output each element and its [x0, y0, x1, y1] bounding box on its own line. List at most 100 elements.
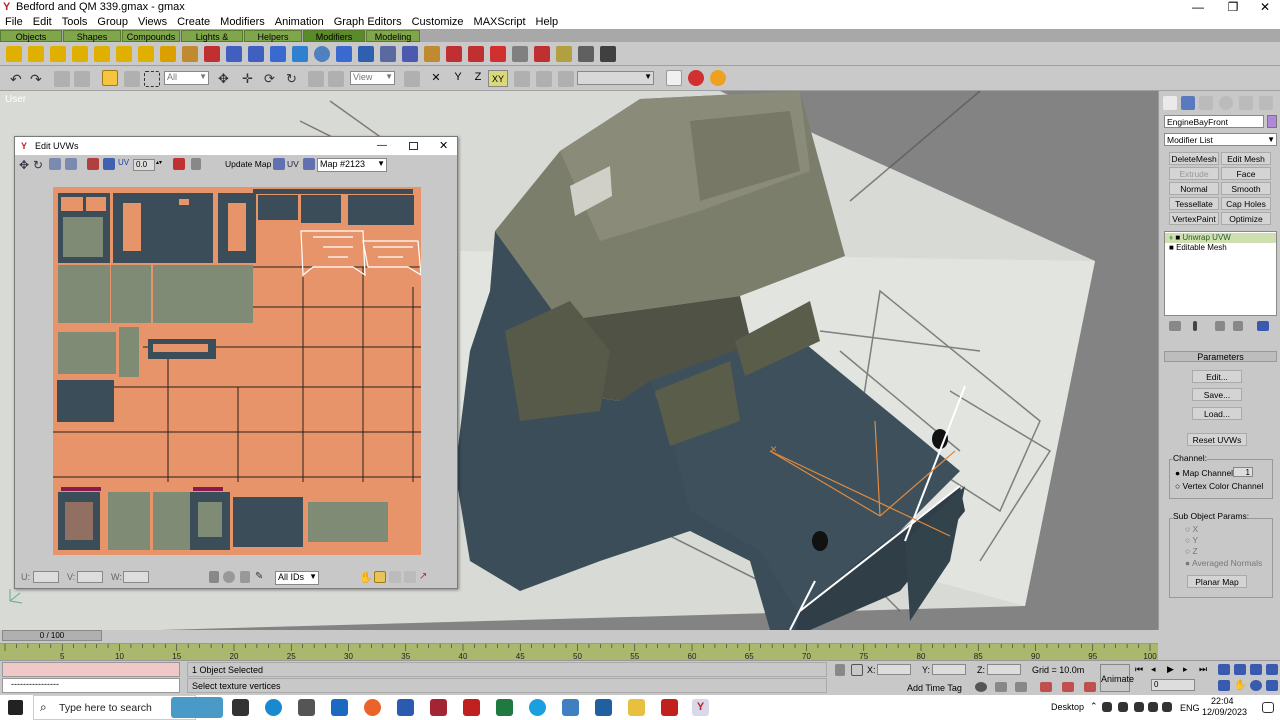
windows-start-icon[interactable] [8, 700, 23, 715]
tab-compounds[interactable]: Compounds [122, 30, 180, 42]
zoom-icon[interactable] [374, 571, 386, 583]
select-object-icon[interactable] [102, 70, 118, 86]
cap-holes-button[interactable]: Cap Holes [1221, 197, 1271, 210]
modifier-icon[interactable] [600, 46, 616, 62]
spinner-icon[interactable]: ▴▾ [156, 159, 162, 171]
reset-uvws-button[interactable]: Reset UVWs [1187, 433, 1247, 446]
modifier-icon[interactable] [314, 46, 330, 62]
paint-icon[interactable] [463, 699, 480, 716]
lock-selection-icon[interactable] [835, 664, 845, 676]
tab-objects[interactable]: Objects [0, 30, 62, 42]
current-frame-field[interactable]: 0 [1151, 679, 1195, 691]
rotate-icon[interactable]: ⟳ [264, 71, 280, 87]
close-button[interactable]: ✕ [1250, 0, 1280, 14]
mirror-icon[interactable] [87, 158, 99, 170]
next-frame-icon[interactable]: ▸ [1183, 664, 1195, 675]
weld-icon[interactable] [103, 158, 115, 170]
menu-tools[interactable]: Tools [57, 16, 93, 28]
tray-icon[interactable] [1102, 702, 1112, 712]
modifier-icon[interactable] [6, 46, 22, 62]
pan-icon[interactable]: ✋ [359, 571, 373, 584]
modifier-icon[interactable] [160, 46, 176, 62]
tab-modeling[interactable]: Modeling [366, 30, 420, 42]
red-app-icon[interactable] [661, 699, 678, 716]
go-start-icon[interactable]: ⏮ [1135, 664, 1147, 675]
absolute-mode-icon[interactable] [851, 664, 863, 676]
show-end-result-icon[interactable] [1193, 321, 1197, 331]
map-channel-radio[interactable]: ● Map Channel: [1175, 468, 1235, 478]
modifier-icon[interactable] [182, 46, 198, 62]
configure-icon[interactable] [1257, 321, 1269, 331]
redo-icon[interactable]: ↷ [30, 71, 46, 87]
prev-frame-icon[interactable]: ◂ [1151, 664, 1163, 675]
photos-icon[interactable] [595, 699, 612, 716]
quick-render-icon[interactable] [710, 70, 726, 86]
modifier-icon[interactable] [578, 46, 594, 62]
spinner-snap-icon[interactable] [1062, 682, 1074, 692]
uvw-spinner[interactable]: 0.0 [133, 159, 155, 171]
selection-filter-dropdown[interactable]: All ▼ [164, 71, 209, 85]
menu-file[interactable]: File [0, 16, 28, 28]
y-coord-field[interactable] [932, 664, 966, 675]
task-view-icon[interactable] [232, 699, 249, 716]
load-button[interactable]: Load... [1192, 407, 1242, 420]
snap-icon[interactable]: ↗ [419, 571, 431, 583]
zoom-extents-icon[interactable] [404, 571, 416, 583]
object-name-field[interactable]: EngineBayFront [1164, 115, 1264, 128]
gmax-taskbar-icon[interactable]: Y [692, 699, 709, 716]
checker-icon[interactable] [273, 158, 285, 170]
select-by-name-icon[interactable] [124, 71, 140, 87]
array-icon[interactable] [536, 71, 552, 87]
skype-icon[interactable] [529, 699, 546, 716]
edit-named-sel-icon[interactable] [1084, 682, 1096, 692]
modifier-icon[interactable] [424, 46, 440, 62]
menu-help[interactable]: Help [531, 16, 564, 28]
menu-edit[interactable]: Edit [28, 16, 57, 28]
unlink-icon[interactable] [74, 71, 90, 87]
modifier-icon[interactable] [402, 46, 418, 62]
network-icon[interactable] [1148, 702, 1158, 712]
named-selection-dropdown[interactable]: ▼ [577, 71, 654, 85]
utilities-tab-icon[interactable] [1259, 96, 1273, 110]
tray-icon[interactable] [1118, 702, 1128, 712]
modifier-icon[interactable] [468, 46, 484, 62]
modifier-icon[interactable] [336, 46, 352, 62]
modifier-icon[interactable] [534, 46, 550, 62]
edit-mesh-button[interactable]: Edit Mesh [1221, 152, 1271, 165]
angle-snap-icon[interactable] [1015, 682, 1027, 692]
access-icon[interactable] [430, 699, 447, 716]
reference-coord-dropdown[interactable]: View ▼ [350, 71, 395, 85]
create-tab-icon[interactable] [1163, 96, 1177, 110]
normal-button[interactable]: Normal [1169, 182, 1219, 195]
pen-icon[interactable]: ✎ [255, 571, 267, 583]
snap-toggle-icon[interactable] [995, 682, 1007, 692]
firefox-icon[interactable] [364, 699, 381, 716]
tab-helpers[interactable]: Helpers [244, 30, 302, 42]
settings-icon[interactable] [562, 699, 579, 716]
material-editor-icon[interactable] [666, 70, 682, 86]
scale-icon[interactable] [308, 71, 324, 87]
axis-y-icon[interactable]: Y [450, 71, 466, 87]
zoom-extents-all-icon[interactable] [1266, 664, 1278, 675]
edit-uvw-button[interactable]: Edit... [1192, 370, 1242, 383]
link-icon[interactable] [54, 71, 70, 87]
display-icon[interactable] [303, 158, 315, 170]
tessellate-button[interactable]: Tessellate [1169, 197, 1219, 210]
rotate-icon[interactable]: ↻ [286, 71, 302, 87]
edge-icon[interactable] [265, 699, 282, 716]
excel-icon[interactable] [496, 699, 513, 716]
vertexpaint-button[interactable]: VertexPaint [1169, 212, 1219, 225]
menu-create[interactable]: Create [172, 16, 215, 28]
render-icon[interactable] [688, 70, 704, 86]
pivot-icon[interactable] [404, 71, 420, 87]
object-color-swatch[interactable] [1267, 115, 1277, 128]
modifier-icon[interactable] [270, 46, 286, 62]
x-coord-field[interactable] [877, 664, 911, 675]
hierarchy-tab-icon[interactable] [1199, 96, 1213, 110]
zoom-extents-icon[interactable] [1250, 664, 1262, 675]
select-move-icon[interactable]: ✥ [218, 71, 234, 87]
smooth-button[interactable]: Smooth [1221, 182, 1271, 195]
tray-chevron-icon[interactable]: ⌃ [1090, 701, 1098, 712]
face-extrude-button[interactable]: Face Extrude [1221, 167, 1271, 192]
maxscript-listener-bottom[interactable]: ---------------- [2, 678, 180, 693]
